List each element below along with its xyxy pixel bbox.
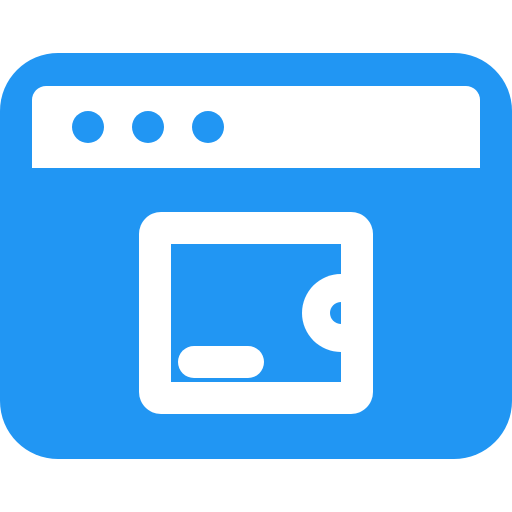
window-dot-icon <box>132 111 164 143</box>
wallet-slot-icon <box>178 346 264 378</box>
window-dot-icon <box>192 111 224 143</box>
window-dot-icon <box>72 111 104 143</box>
icon-canvas <box>0 0 512 512</box>
browser-wallet-icon <box>0 53 512 459</box>
address-bar-icon <box>302 111 440 143</box>
